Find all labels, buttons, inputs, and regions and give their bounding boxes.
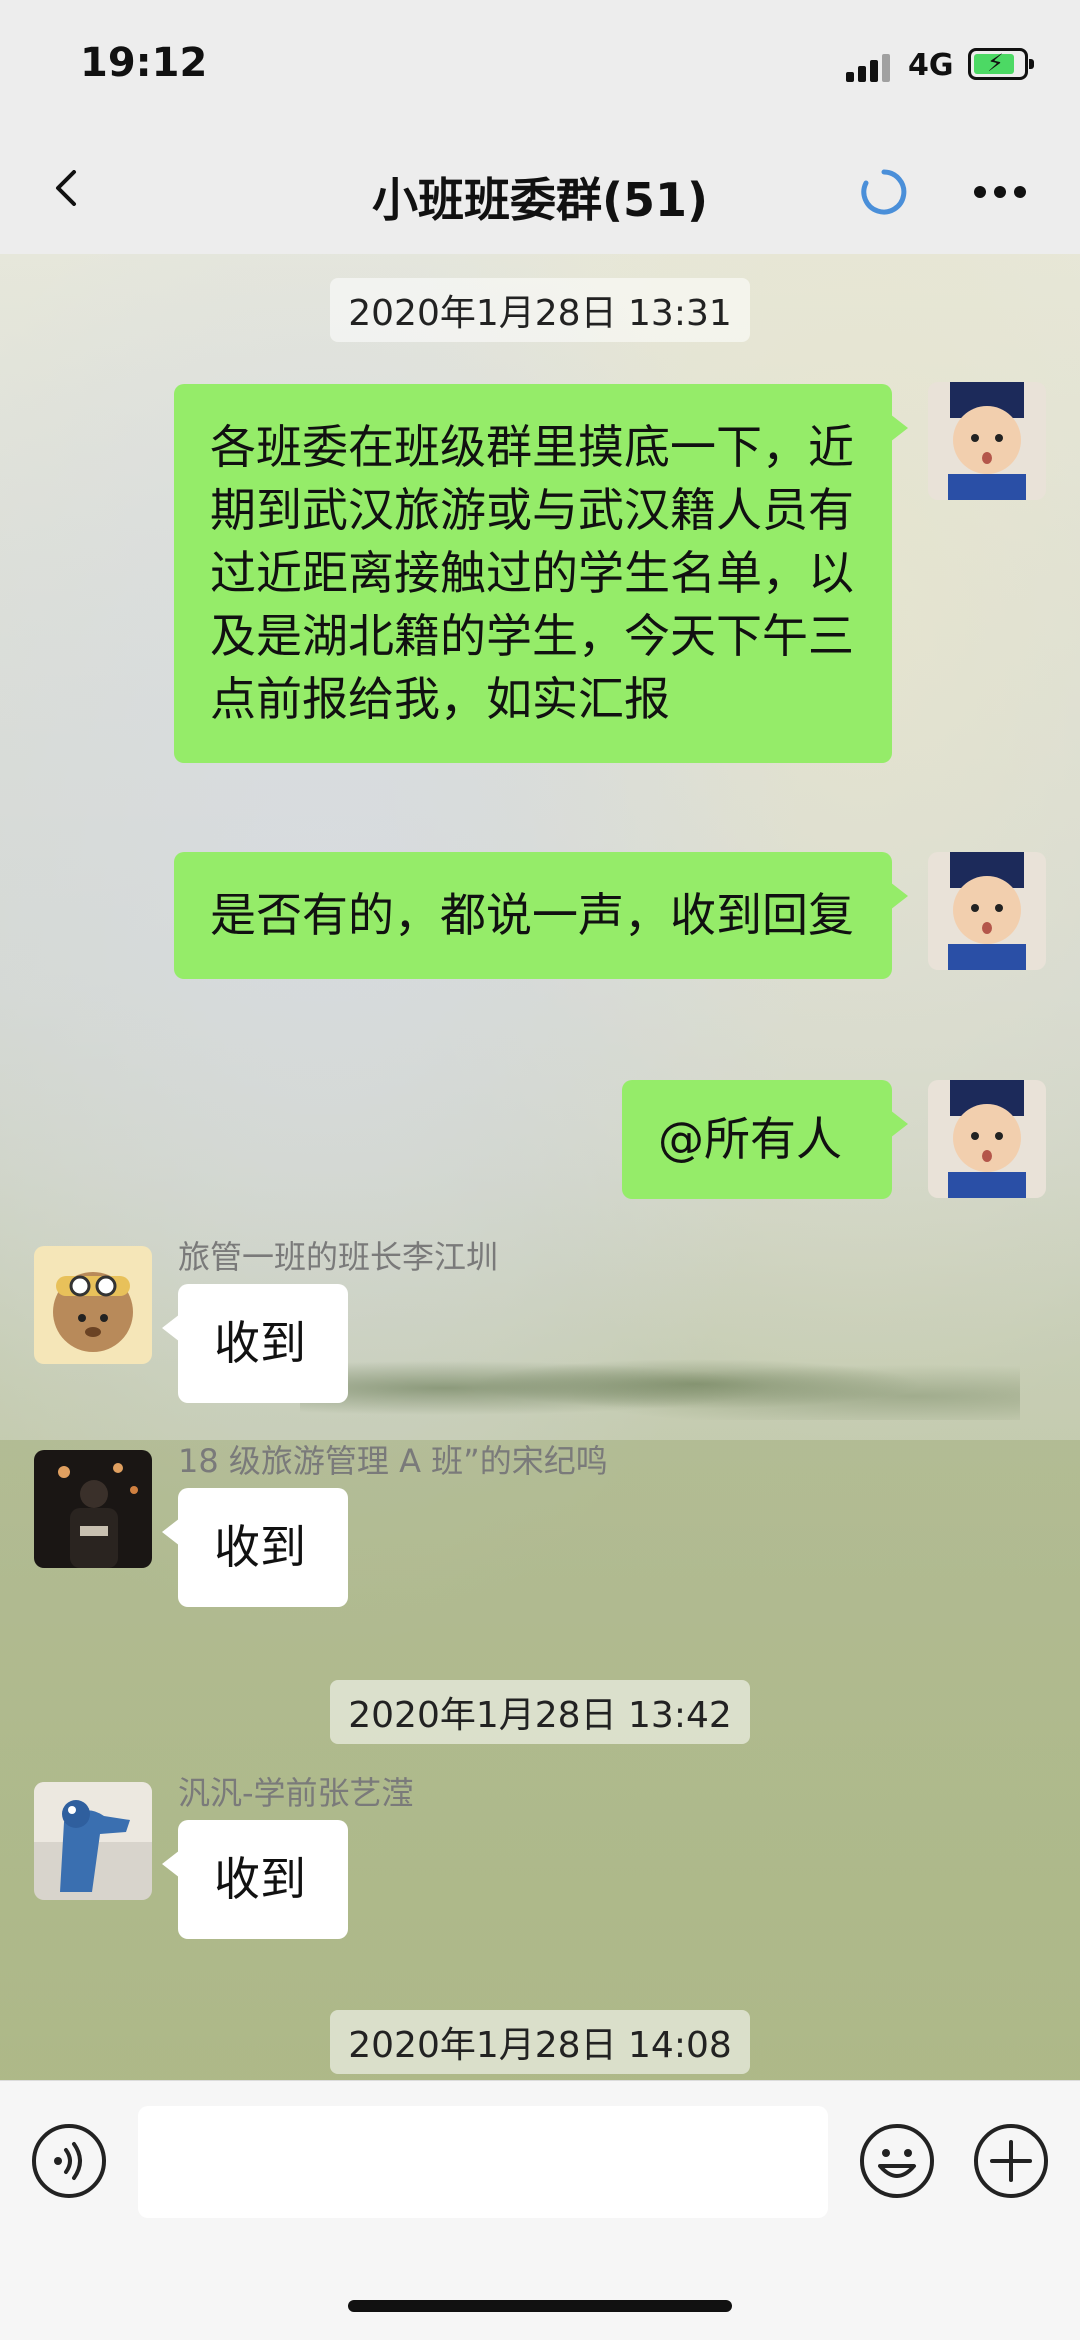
battery-icon: ⚡ — [968, 48, 1034, 80]
background-treeline — [300, 1340, 1020, 1420]
timestamp: 2020年1月28日 13:42 — [0, 1680, 1080, 1744]
incoming-message[interactable]: 收到 — [162, 1284, 348, 1403]
voice-icon[interactable] — [30, 2122, 108, 2200]
outgoing-message[interactable]: 是否有的，都说一声，收到回复 — [174, 852, 908, 979]
sender-name: 18 级旅游管理 A 班”的宋纪鸣 — [178, 1442, 608, 1480]
message-input[interactable] — [138, 2106, 828, 2218]
network-label: 4G — [908, 48, 954, 83]
timestamp-label: 2020年1月28日 13:42 — [330, 1680, 750, 1744]
emoji-icon[interactable] — [858, 2122, 936, 2200]
sender-name: 汎汎-学前张艺滢 — [178, 1774, 414, 1812]
timestamp-label: 2020年1月28日 14:08 — [330, 2010, 750, 2074]
status-bar: 19:12 4G ⚡ — [0, 0, 1080, 130]
outgoing-message[interactable]: @所有人 — [622, 1080, 908, 1199]
chat-title: 小班班委群(51) — [371, 173, 709, 227]
sender-avatar[interactable] — [34, 1450, 152, 1568]
timestamp: 2020年1月28日 13:31 — [0, 278, 1080, 342]
status-time: 19:12 — [80, 40, 208, 86]
self-avatar[interactable] — [928, 382, 1046, 500]
self-avatar[interactable] — [928, 1080, 1046, 1198]
home-indicator[interactable] — [348, 2300, 732, 2312]
chat-header: 小班班委群(51) — [0, 130, 1080, 255]
outgoing-message[interactable]: 各班委在班级群里摸底一下，近期到武汉旅游或与武汉籍人员有过近距离接触过的学生名单… — [174, 384, 908, 763]
incoming-message[interactable]: 收到 — [162, 1820, 348, 1939]
incoming-message[interactable]: 收到 — [162, 1488, 348, 1607]
timestamp-label: 2020年1月28日 13:31 — [330, 278, 750, 342]
timestamp: 2020年1月28日 14:08 — [0, 2010, 1080, 2074]
sender-avatar[interactable] — [34, 1782, 152, 1900]
signal-icon — [846, 52, 894, 82]
sender-name: 旅管一班的班长李江圳 — [178, 1238, 499, 1276]
sender-avatar[interactable] — [34, 1246, 152, 1364]
sync-ring-icon — [861, 169, 907, 215]
more-dots-icon[interactable] — [972, 184, 1028, 200]
self-avatar[interactable] — [928, 852, 1046, 970]
plus-icon[interactable] — [972, 2122, 1050, 2200]
